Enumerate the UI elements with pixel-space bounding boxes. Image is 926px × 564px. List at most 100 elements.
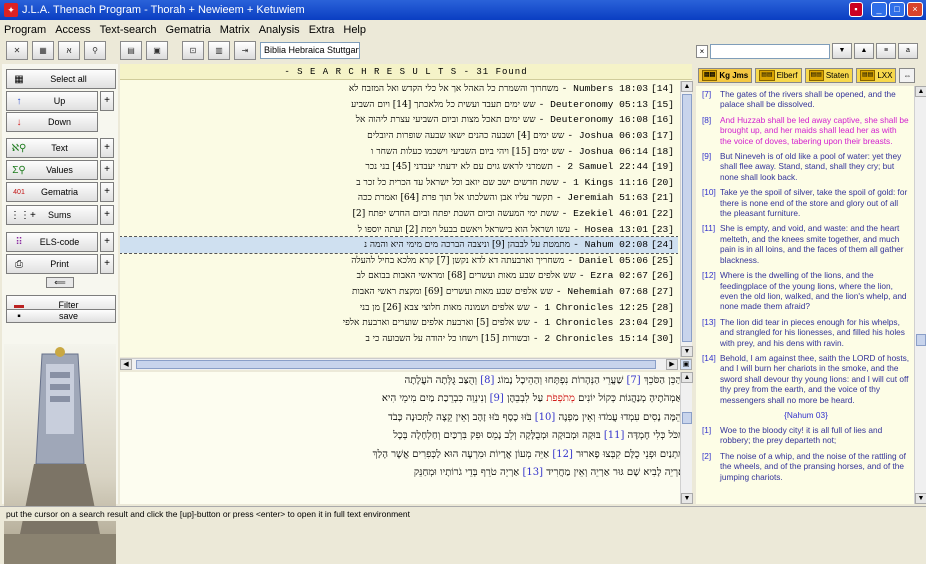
app-icon[interactable]: ✦	[4, 3, 18, 17]
result-index: [20]	[650, 176, 674, 188]
search-result-row[interactable]: שש אלפים שבע מאות ועשרים [68] ומראשי האב…	[120, 268, 678, 284]
result-reference: - Ezra 02:67	[578, 270, 648, 282]
menu-help[interactable]: Help	[343, 24, 366, 36]
scroll-up-icon[interactable]: ▲	[681, 81, 693, 92]
translation-verse: [2] The noise of a whip, and the noise of…	[702, 451, 910, 482]
select-all-button[interactable]: ▦ Select all	[6, 69, 116, 89]
search-result-row[interactable]: ששת חדשים ישב שם יואב וכל ישראל עד הכרית…	[120, 175, 678, 191]
menu-program[interactable]: Program	[4, 24, 46, 36]
search-result-row[interactable]: תשמרני לראש גוים עם לא ידעתי יעבדני [45]…	[120, 159, 678, 175]
menu-extra[interactable]: Extra	[309, 24, 335, 36]
person-icon[interactable]: ⚲	[84, 40, 106, 60]
ft-scroll-up-icon[interactable]: ▲	[681, 372, 693, 383]
search-result-row[interactable]: שש ימים [4] ושבעה כהנים ישאו שבעה שופרות…	[120, 128, 678, 144]
search-result-row[interactable]: משחרוך והשמרת כל האהל אך אל כלי הקדש ואל…	[120, 81, 678, 97]
down-button[interactable]: ↓ Down	[6, 112, 98, 132]
columns-icon[interactable]: ▥	[208, 40, 230, 60]
scroll-thumb[interactable]	[682, 94, 692, 342]
save-button[interactable]: ▪ save	[6, 309, 116, 323]
result-index: [30]	[650, 332, 674, 344]
values-plus-button[interactable]: +	[100, 160, 114, 180]
scroll-down-icon[interactable]: ▼	[681, 346, 693, 357]
search-result-row[interactable]: שש ימים תעבד ועשית כל מלאכתך [14] ויום ה…	[120, 97, 678, 113]
scroll-left-icon[interactable]: ◀	[120, 359, 132, 370]
menu-access[interactable]: Access	[55, 24, 90, 36]
corner-icon[interactable]: ▣	[680, 359, 692, 370]
clear-search-icon[interactable]: ×	[696, 44, 708, 58]
search-down-icon[interactable]: ▼	[832, 43, 852, 59]
search-result-row[interactable]: עשו ושראל הוא בישראל ויאשם בבעל וימת [2]…	[120, 221, 678, 237]
flag-icon[interactable]: ▪	[849, 2, 863, 17]
result-reference: - 1 Chronicles 23:04	[532, 317, 648, 329]
menu-matrix[interactable]: Matrix	[220, 24, 250, 36]
arrow-text-icon[interactable]: ⇥	[234, 40, 256, 60]
book-open-icon[interactable]: ▤	[120, 40, 142, 60]
tab-staten[interactable]: ▤▤ Staten	[804, 67, 853, 83]
search-result-row[interactable]: ובשורות [15] וישחו כל יהודה על השבועה כי…	[120, 331, 678, 347]
results-horizontal-scrollbar[interactable]: ◀ ▶ ▣	[120, 358, 692, 370]
book-icon[interactable]: ▣	[146, 40, 168, 60]
search-result-row[interactable]: שש אלפים ושמונה מאות חלוצי צבא [26] מן ב…	[120, 299, 678, 315]
values-button[interactable]: Σ⚲ Values	[6, 160, 98, 180]
result-hebrew-text: שש אלפים שבע מאות ועשרים [69] ומקצת ראשי…	[352, 287, 553, 298]
fulltext-vertical-scrollbar[interactable]: ▲ ▼	[680, 372, 693, 504]
search-result-row[interactable]: ששת ימי המעשה וביום השבת יפתח וביום החדש…	[120, 206, 678, 222]
print-button[interactable]: ⎙ Print	[6, 254, 98, 274]
search-result-row[interactable]: מתמטת על לבבהן [9] וניצבה הברכה מים מימי…	[120, 235, 678, 254]
scroll-right-icon[interactable]: ▶	[666, 359, 678, 370]
search-result-row[interactable]: תקשר עליו אבן והשלכתו אל תוך פרת [64] וא…	[120, 190, 678, 206]
h-scroll-thumb[interactable]	[136, 360, 656, 369]
highlighted-word[interactable]: מְתֹפְפֹת	[546, 393, 575, 404]
translation-verse: [11] She is empty, and void, and waste: a…	[702, 223, 910, 265]
search-result-row[interactable]: שש אלפים [5] וארבעת אלפים שוערים וארבעת …	[120, 315, 678, 331]
text-mode-icon[interactable]: ⊡	[182, 40, 204, 60]
ft-scroll-thumb[interactable]	[682, 412, 692, 424]
search-result-row[interactable]: משחריך וארבעתה דא לדא נקשן [7] קרא מלכא …	[120, 253, 678, 269]
hebrew-keyboard-icon[interactable]: א	[58, 40, 80, 60]
search-result-row[interactable]: שש אלפים שבע מאות ועשרים [69] ומקצת ראשי…	[120, 284, 678, 300]
translation-vertical-scrollbar[interactable]: ▲ ▼	[914, 86, 926, 504]
verse-text: But Nineveh is of old like a pool of wat…	[720, 151, 902, 182]
gematria-plus-button[interactable]: +	[100, 182, 114, 202]
els-plus-button[interactable]: +	[100, 232, 114, 252]
print-plus-button[interactable]: +	[100, 254, 114, 274]
window-layout-icon[interactable]: ▦	[32, 40, 54, 60]
result-reference: - Hosea 13:01	[573, 223, 648, 235]
book-icon: ▤▤	[859, 69, 876, 81]
torah-artwork-image	[4, 344, 116, 564]
menu-text-search[interactable]: Text-search	[100, 24, 157, 36]
gematria-icon: 401	[13, 188, 25, 196]
tr-scroll-up-icon[interactable]: ▲	[915, 86, 926, 97]
els-code-button[interactable]: ⠿ ELS-code	[6, 232, 98, 252]
sums-button[interactable]: ⋮⋮+ Sums	[6, 205, 98, 225]
case-icon[interactable]: a	[898, 43, 918, 59]
maximize-button[interactable]: □	[889, 2, 905, 17]
search-result-row[interactable]: שש ימים [15] ויהי ביום השביעי וישכמו כעל…	[120, 143, 678, 159]
result-index: [21]	[650, 192, 674, 204]
link-icon[interactable]: ⇔	[899, 67, 916, 83]
tr-scroll-thumb[interactable]	[916, 334, 926, 346]
list-icon[interactable]: ≡	[876, 43, 896, 59]
close-button[interactable]: ×	[907, 2, 923, 17]
up-button[interactable]: ↑ Up	[6, 91, 98, 111]
menu-gematria[interactable]: Gematria	[166, 24, 211, 36]
results-vertical-scrollbar[interactable]: ▲ ▼	[680, 81, 693, 357]
tab-elberf[interactable]: ▤▤ Elberf	[755, 67, 802, 83]
up-plus-button[interactable]: +	[100, 91, 114, 111]
bible-version-select[interactable]: Biblia Hebraica Stuttgartensia	[260, 41, 360, 59]
ft-scroll-down-icon[interactable]: ▼	[681, 493, 693, 504]
tr-scroll-down-icon[interactable]: ▼	[915, 493, 926, 504]
translation-search-input[interactable]	[710, 43, 830, 59]
menu-analysis[interactable]: Analysis	[259, 24, 300, 36]
text-plus-button[interactable]: +	[100, 138, 114, 158]
search-result-row[interactable]: שש ימים תאכל מצות וביום השביעי עצרת ליהו…	[120, 112, 678, 128]
tab-kg-jms[interactable]: ▤▤ Kg Jms	[698, 67, 753, 83]
tools-icon[interactable]: ✕	[6, 40, 28, 60]
gematria-button[interactable]: 401 Gematria	[6, 182, 98, 202]
tab-lxx[interactable]: ▤▤ LXX	[855, 67, 897, 83]
text-search-button[interactable]: ℵ⚲ Text	[6, 138, 98, 158]
sums-plus-button[interactable]: +	[100, 205, 114, 225]
minimize-button[interactable]: _	[871, 2, 887, 17]
collapse-arrows-icon[interactable]: ⟸	[46, 277, 74, 288]
search-up-icon[interactable]: ▲	[854, 43, 874, 59]
